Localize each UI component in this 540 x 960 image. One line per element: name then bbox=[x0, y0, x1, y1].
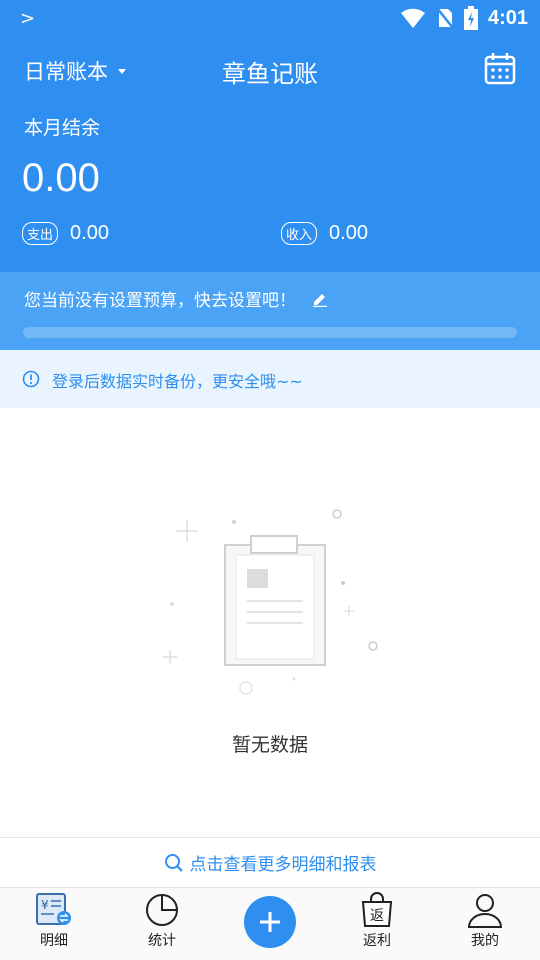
tab-details-label: 明细 bbox=[40, 933, 68, 949]
calendar-icon bbox=[484, 53, 516, 85]
ledger-icon: ¥ bbox=[36, 893, 71, 925]
user-icon bbox=[467, 894, 503, 928]
budget-message: 您当前没有设置预算，快去设置吧！ bbox=[24, 291, 296, 311]
shopping-bag-icon: 返 bbox=[361, 892, 393, 927]
login-notice-text: 登录后数据实时备份，更安全哦~~ bbox=[52, 372, 303, 391]
income-value: 0.00 bbox=[329, 222, 368, 244]
expense-summary: 支出 0.00 bbox=[22, 222, 109, 245]
budget-prompt: 您当前没有设置预算，快去设置吧！ bbox=[24, 286, 328, 311]
plus-icon bbox=[260, 912, 280, 932]
tab-rebate-label: 返利 bbox=[363, 933, 391, 949]
summary-header: 日常账本 章鱼记账 本月结余 0.00 支出 0.00 收入 0.00 bbox=[0, 36, 540, 272]
empty-clipboard-illustration bbox=[163, 509, 378, 695]
battery-charging-icon bbox=[463, 6, 478, 30]
empty-state-text: 暂无数据 bbox=[231, 734, 308, 756]
svg-text:¥: ¥ bbox=[41, 898, 49, 912]
status-bar: > 4:01 bbox=[0, 0, 540, 36]
view-more-link[interactable]: 点击查看更多明细和报表 bbox=[0, 837, 540, 887]
tab-details[interactable]: ¥ 明细 bbox=[14, 892, 94, 950]
tab-profile[interactable]: 我的 bbox=[445, 892, 525, 950]
chevron-right-icon: > bbox=[20, 8, 36, 29]
no-sim-icon bbox=[435, 7, 454, 29]
clock: 4:01 bbox=[487, 6, 528, 29]
tab-statistics[interactable]: 统计 bbox=[122, 892, 202, 950]
tab-statistics-label: 统计 bbox=[148, 933, 176, 949]
income-summary: 收入 0.00 bbox=[281, 222, 368, 245]
search-icon bbox=[164, 853, 183, 872]
month-balance-label: 本月结余 bbox=[24, 117, 101, 139]
income-tag: 收入 bbox=[281, 222, 318, 245]
bottom-tab-bar: ¥ 明细 统计 返 返利 我的 bbox=[0, 887, 540, 960]
calendar-button[interactable] bbox=[484, 51, 516, 89]
budget-banner[interactable]: 您当前没有设置预算，快去设置吧！ bbox=[0, 272, 540, 350]
info-icon bbox=[22, 370, 40, 388]
status-icons: 4:01 bbox=[400, 6, 528, 30]
expense-tag: 支出 bbox=[22, 222, 59, 245]
pie-chart-icon bbox=[146, 894, 178, 926]
add-record-button[interactable] bbox=[244, 896, 296, 948]
budget-progress-bar bbox=[23, 327, 517, 338]
tab-profile-label: 我的 bbox=[471, 933, 499, 949]
rebate-glyph: 返 bbox=[370, 908, 384, 924]
tab-rebate[interactable]: 返 返利 bbox=[337, 892, 417, 950]
pencil-icon[interactable] bbox=[312, 291, 328, 307]
month-balance-value: 0.00 bbox=[22, 156, 100, 200]
expense-value: 0.00 bbox=[70, 222, 109, 244]
wifi-icon bbox=[400, 8, 425, 29]
app-title: 章鱼记账 bbox=[222, 60, 318, 88]
view-more-text: 点击查看更多明细和报表 bbox=[189, 855, 377, 875]
login-notice[interactable]: 登录后数据实时备份，更安全哦~~ bbox=[0, 350, 540, 408]
